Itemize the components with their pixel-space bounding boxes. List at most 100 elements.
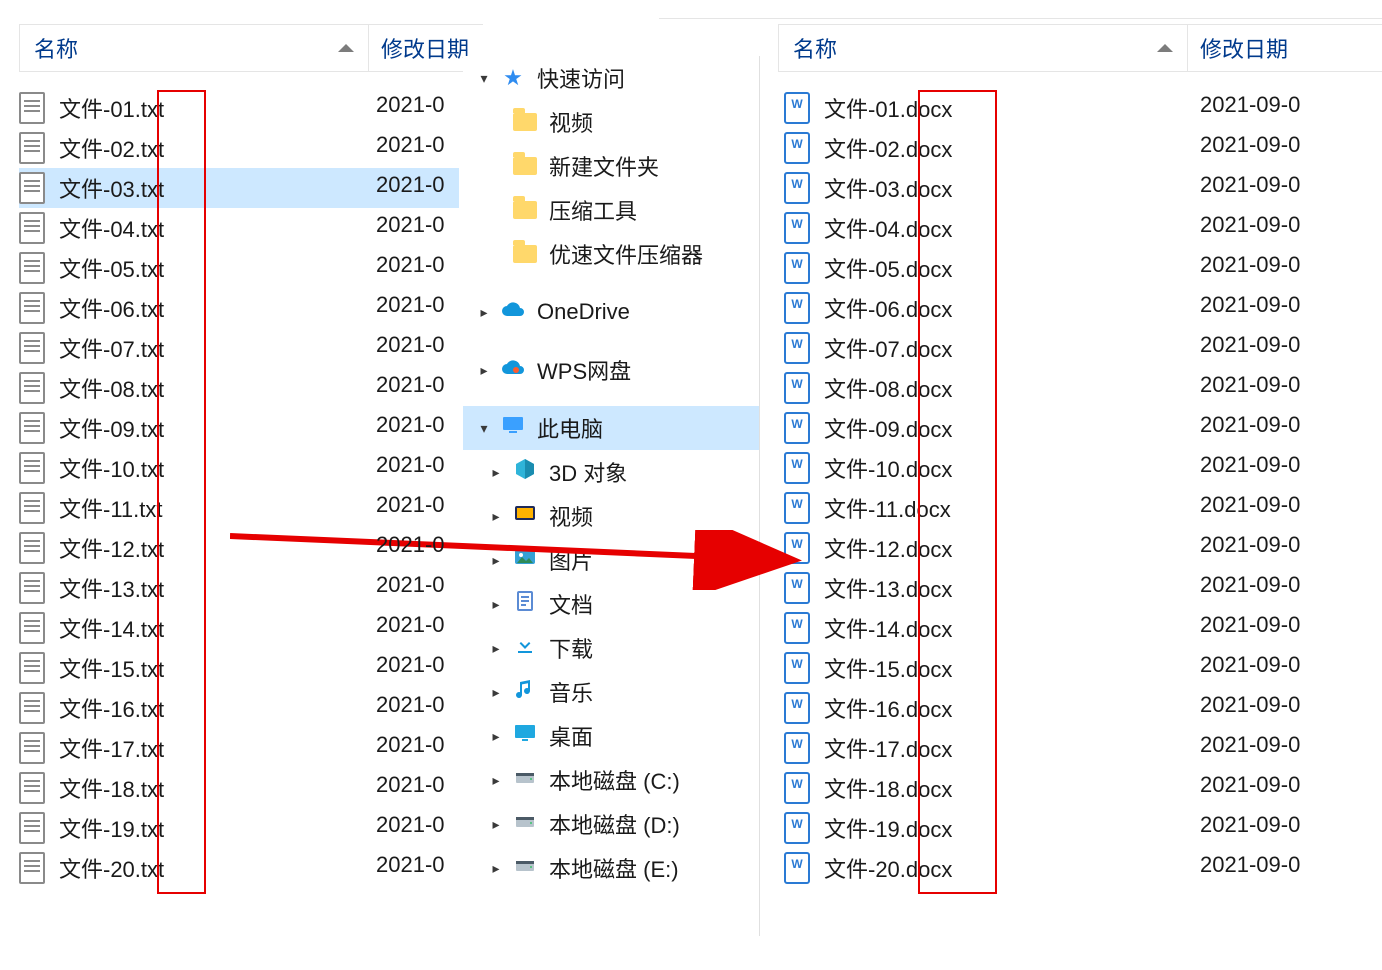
chevron-down-icon[interactable]: ▾ (473, 67, 495, 89)
documents-icon (513, 589, 537, 619)
chevron-right-icon[interactable]: ▸ (485, 637, 507, 659)
docx-file-icon (784, 613, 810, 643)
file-date: 2021-09-0 (1200, 692, 1300, 718)
chevron-right-icon[interactable]: ▸ (485, 461, 507, 483)
address-bar[interactable] (659, 0, 1382, 19)
file-date: 2021-0 (376, 772, 445, 798)
expander-placeholder (485, 111, 507, 133)
tree-item[interactable]: ▸图片 (463, 538, 759, 582)
chevron-right-icon[interactable]: ▸ (485, 505, 507, 527)
file-date: 2021-09-0 (1200, 572, 1300, 598)
chevron-right-icon[interactable]: ▸ (485, 857, 507, 879)
tree-item-label: 下载 (549, 632, 593, 664)
tree-item-label: 3D 对象 (549, 456, 627, 488)
tree-item[interactable]: ▸ 本地磁盘 (D:) (463, 802, 759, 846)
tree-item[interactable]: 视频 (463, 100, 759, 144)
txt-file-icon (19, 573, 45, 603)
chevron-right-icon[interactable]: ▸ (485, 549, 507, 571)
tree-item[interactable]: ▸音乐 (463, 670, 759, 714)
file-date: 2021-09-0 (1200, 332, 1300, 358)
tree-item[interactable]: ▸桌面 (463, 714, 759, 758)
docx-file-icon (784, 253, 810, 283)
docx-file-icon (784, 93, 810, 123)
file-name: 文件-05.txt (59, 252, 164, 284)
tree-item[interactable]: ▸WPS网盘 (463, 348, 759, 392)
chevron-right-icon[interactable]: ▸ (485, 725, 507, 747)
file-date: 2021-09-0 (1200, 612, 1300, 638)
videos-icon (513, 501, 537, 531)
txt-file-icon (19, 253, 45, 283)
tree-item[interactable]: 新建文件夹 (463, 144, 759, 188)
chevron-right-icon[interactable]: ▸ (485, 681, 507, 703)
tree-item-label: 视频 (549, 106, 593, 138)
column-header-name-right[interactable]: 名称 (778, 24, 1188, 72)
txt-file-icon (19, 773, 45, 803)
file-name: 文件-05.docx (824, 252, 952, 284)
file-date: 2021-09-0 (1200, 212, 1300, 238)
file-name: 文件-04.txt (59, 212, 164, 244)
file-name: 文件-09.docx (824, 412, 952, 444)
file-date: 2021-0 (376, 452, 445, 478)
chevron-down-icon[interactable]: ▾ (473, 417, 495, 439)
file-name: 文件-20.txt (59, 852, 164, 884)
tree-item[interactable]: ▸ 3D 对象 (463, 450, 759, 494)
chevron-right-icon[interactable]: ▸ (485, 813, 507, 835)
file-name: 文件-14.docx (824, 612, 952, 644)
file-date: 2021-0 (376, 252, 445, 278)
tree-item[interactable]: 压缩工具 (463, 188, 759, 232)
docx-file-icon (784, 173, 810, 203)
tree-item[interactable]: ▸本地磁盘 (E:) (463, 846, 759, 890)
docx-file-icon (784, 133, 810, 163)
tree-item[interactable]: 优速文件压缩器 (463, 232, 759, 276)
music-icon (513, 677, 537, 707)
chevron-right-icon[interactable]: ▸ (473, 359, 495, 381)
file-name: 文件-14.txt (59, 612, 164, 644)
folder-icon (513, 113, 537, 131)
file-date: 2021-09-0 (1200, 292, 1300, 318)
tree-item[interactable]: ▸OneDrive (463, 290, 759, 334)
file-date: 2021-09-0 (1200, 252, 1300, 278)
docx-file-icon (784, 773, 810, 803)
txt-file-icon (19, 733, 45, 763)
disk-drive-icon (513, 853, 537, 883)
desktop-icon (513, 721, 537, 751)
docx-file-icon (784, 653, 810, 683)
txt-file-icon (19, 533, 45, 563)
file-name: 文件-18.docx (824, 772, 952, 804)
navigation-tree: ▾★快速访问视频新建文件夹压缩工具优速文件压缩器 ▸OneDrive ▸WPS网盘 ▾… (463, 56, 760, 936)
file-date: 2021-09-0 (1200, 132, 1300, 158)
column-header-name-left[interactable]: 名称 (19, 24, 369, 72)
chevron-right-icon[interactable]: ▸ (485, 593, 507, 615)
file-name: 文件-12.docx (824, 532, 952, 564)
downloads-icon (513, 633, 537, 663)
tree-item[interactable]: ▸ 下载 (463, 626, 759, 670)
tree-item[interactable]: ▸文档 (463, 582, 759, 626)
file-date: 2021-0 (376, 812, 445, 838)
docx-file-icon (784, 533, 810, 563)
chevron-right-icon[interactable]: ▸ (473, 301, 495, 323)
tree-item[interactable]: ▾此电脑 (463, 406, 759, 450)
file-name: 文件-16.docx (824, 692, 952, 724)
tree-item[interactable]: ▸本地磁盘 (C:) (463, 758, 759, 802)
file-date: 2021-0 (376, 412, 445, 438)
file-name: 文件-17.docx (824, 732, 952, 764)
txt-file-icon (19, 853, 45, 883)
file-name: 文件-16.txt (59, 692, 164, 724)
txt-file-icon (19, 653, 45, 683)
column-header-date-right[interactable]: 修改日期 (1186, 24, 1382, 72)
file-name: 文件-06.docx (824, 292, 952, 324)
file-name: 文件-20.docx (824, 852, 952, 884)
file-name: 文件-13.docx (824, 572, 952, 604)
file-date: 2021-09-0 (1200, 732, 1300, 758)
tree-item[interactable]: ▸视频 (463, 494, 759, 538)
disk-drive-icon (513, 765, 537, 795)
tree-item[interactable]: ▾★快速访问 (463, 56, 759, 100)
file-date: 2021-0 (376, 532, 445, 558)
folder-icon (513, 201, 537, 219)
tree-item-label: 本地磁盘 (D:) (549, 808, 680, 840)
docx-file-icon (784, 413, 810, 443)
file-date: 2021-09-0 (1200, 412, 1300, 438)
chevron-right-icon[interactable]: ▸ (485, 769, 507, 791)
txt-file-icon (19, 493, 45, 523)
file-date: 2021-09-0 (1200, 812, 1300, 838)
